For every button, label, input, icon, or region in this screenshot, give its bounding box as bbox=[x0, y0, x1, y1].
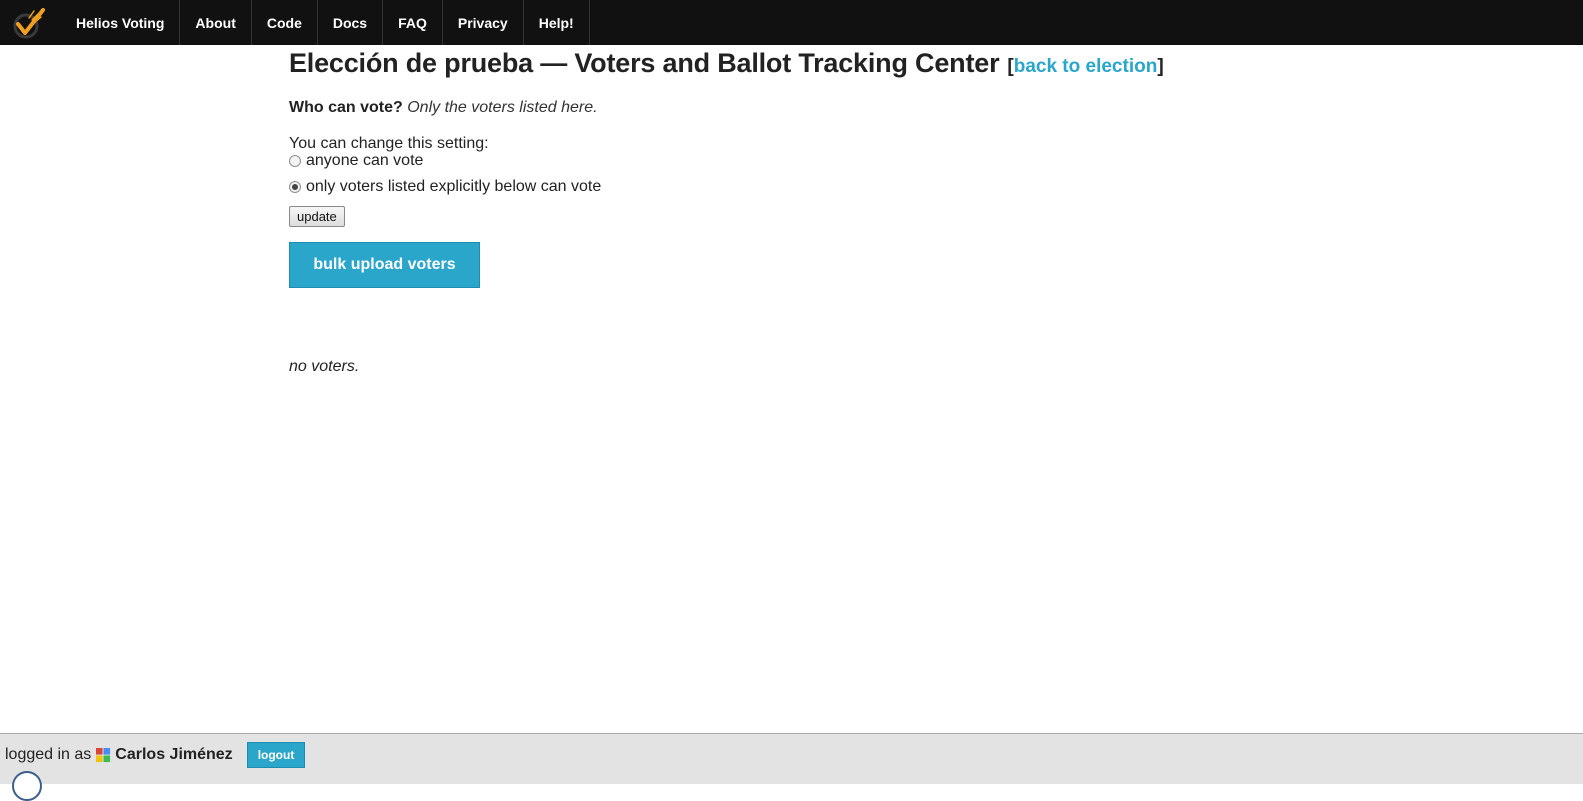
user-name: Carlos Jiménez bbox=[115, 746, 233, 763]
google-icon bbox=[96, 747, 111, 762]
logout-button[interactable]: logout bbox=[246, 742, 306, 768]
option-anyone-can-vote[interactable]: anyone can vote bbox=[289, 152, 1289, 170]
who-can-vote-value: Only the voters listed here. bbox=[407, 99, 598, 116]
helios-logo[interactable] bbox=[0, 0, 60, 45]
radio-anyone-can-vote[interactable] bbox=[289, 155, 301, 167]
helios-check-logo-icon bbox=[13, 7, 45, 38]
update-button[interactable]: update bbox=[289, 206, 345, 227]
nav-docs[interactable]: Docs bbox=[318, 0, 384, 45]
page-header: Elección de prueba — Voters and Ballot T… bbox=[289, 48, 1289, 79]
page-title: Elección de prueba — Voters and Ballot T… bbox=[289, 48, 1000, 78]
bracket-close: ] bbox=[1157, 56, 1164, 77]
option-label: anyone can vote bbox=[306, 152, 424, 169]
logged-in-status: logged in as Carlos Jiménez logout bbox=[5, 742, 306, 768]
bulk-upload-voters-button[interactable]: bulk upload voters bbox=[289, 242, 480, 288]
radio-only-listed-voters[interactable] bbox=[289, 181, 301, 193]
main-content: Elección de prueba — Voters and Ballot T… bbox=[289, 48, 1289, 376]
top-navigation-bar: Helios Voting About Code Docs FAQ Privac… bbox=[0, 0, 1583, 45]
nav-faq[interactable]: FAQ bbox=[383, 0, 443, 45]
option-only-listed-voters[interactable]: only voters listed explicitly below can … bbox=[289, 178, 1289, 196]
no-voters-message: no voters. bbox=[289, 358, 360, 375]
nav-helios-voting[interactable]: Helios Voting bbox=[60, 0, 181, 45]
back-to-election-link[interactable]: back to election bbox=[1014, 56, 1158, 78]
logged-in-label: logged in as bbox=[5, 746, 92, 763]
footer-badge-icon bbox=[12, 771, 42, 801]
who-can-vote: Who can vote? Only the voters listed her… bbox=[289, 99, 1289, 117]
change-setting-label: You can change this setting: bbox=[289, 135, 489, 152]
nav-privacy[interactable]: Privacy bbox=[443, 0, 524, 45]
option-label: only voters listed explicitly below can … bbox=[306, 178, 602, 195]
footer-bar: logged in as Carlos Jiménez logout bbox=[0, 733, 1583, 801]
nav-about[interactable]: About bbox=[180, 0, 252, 45]
who-can-vote-label: Who can vote? bbox=[289, 99, 403, 116]
nav-help[interactable]: Help! bbox=[524, 0, 590, 45]
nav-code[interactable]: Code bbox=[252, 0, 318, 45]
